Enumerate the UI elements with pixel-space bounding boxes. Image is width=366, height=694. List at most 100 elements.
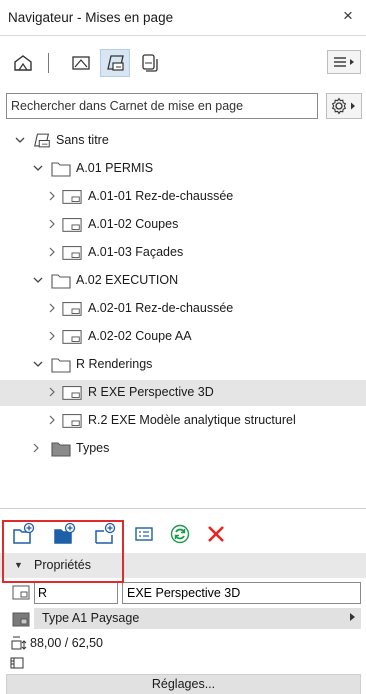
mode-separator (48, 53, 49, 73)
properties-button[interactable] (131, 521, 157, 547)
chevron-right-icon[interactable] (46, 246, 58, 258)
tree-folder-item[interactable]: R Renderings (0, 352, 366, 378)
chevron-right-icon[interactable] (46, 414, 58, 426)
update-icon (170, 524, 190, 544)
layout-id-input[interactable] (34, 582, 118, 604)
new-subset-button[interactable] (11, 521, 37, 547)
chevron-down-icon[interactable] (32, 358, 44, 370)
chevron-down-icon[interactable] (14, 134, 26, 146)
new-subset-icon (13, 522, 35, 544)
new-layout-button[interactable] (92, 521, 118, 547)
publisher-sets-icon (142, 54, 158, 72)
layout-sheet-icon (62, 414, 82, 428)
tree-item-label: R EXE Perspective 3D (88, 385, 214, 399)
search-options-button[interactable] (326, 93, 362, 119)
layout-sheet-icon (62, 218, 82, 232)
dropdown-arrow-icon (350, 613, 355, 621)
layout-sheet-icon (62, 386, 82, 400)
new-master-button[interactable] (52, 521, 78, 547)
publisher-sets-button[interactable] (134, 49, 164, 77)
tree-layout-item-selected[interactable]: R EXE Perspective 3D (0, 380, 366, 406)
tree-item-label: A.01 PERMIS (76, 161, 154, 175)
tree-layout-item[interactable]: R.2 EXE Modèle analytique structurel (0, 408, 366, 434)
layout-sheet-icon (62, 190, 82, 204)
chevron-down-icon[interactable] (32, 162, 44, 174)
layout-size-value: 88,00 / 62,50 (30, 636, 103, 650)
layout-sheet-icon (62, 302, 82, 316)
dimension-icon (11, 636, 27, 650)
tree-toolbar (0, 517, 366, 551)
chevron-right-icon[interactable] (46, 330, 58, 342)
layout-sheet-icon (62, 246, 82, 260)
chevron-right-icon[interactable] (46, 190, 58, 202)
tree-layout-item[interactable]: A.01-03 Façades (0, 240, 366, 266)
tree-item-label: A.02 EXECUTION (76, 273, 179, 287)
layout-id-row (0, 580, 366, 605)
chevron-right-icon[interactable] (46, 302, 58, 314)
layout-name-input[interactable] (122, 582, 361, 604)
tree-layout-item[interactable]: A.01-02 Coupes (0, 212, 366, 238)
master-type-value: Type A1 Paysage (42, 611, 140, 625)
chevron-right-icon[interactable] (46, 386, 58, 398)
properties-header-label: Propriétés (34, 558, 91, 572)
folder-icon (51, 162, 71, 177)
layout-book-icon (107, 55, 124, 71)
tree-layout-item[interactable]: A.02-01 Rez-de-chaussée (0, 296, 366, 322)
project-map-button[interactable] (8, 49, 38, 77)
hamburger-menu-icon (334, 57, 354, 67)
tree-folder-item[interactable]: A.02 EXECUTION (0, 268, 366, 294)
tree-item-label: R.2 EXE Modèle analytique structurel (88, 413, 296, 427)
gear-icon (331, 97, 355, 115)
divider (0, 508, 366, 509)
properties-panel-header[interactable]: ▼ Propriétés (0, 553, 366, 578)
settings-button[interactable]: Réglages... (6, 674, 361, 694)
drawing-info-icon (10, 657, 24, 669)
layout-tree: Sans titre A.01 PERMIS A.01-01 Rez-de-ch… (0, 126, 366, 508)
collapse-triangle-icon[interactable]: ▼ (14, 560, 23, 570)
tree-layout-item[interactable]: A.02-02 Coupe AA (0, 324, 366, 350)
folder-icon (51, 358, 71, 373)
update-button[interactable] (167, 521, 193, 547)
tree-item-label: A.01-01 Rez-de-chaussée (88, 189, 234, 203)
search-row (0, 93, 366, 121)
title-bar: Navigateur - Mises en page × (0, 0, 366, 36)
master-type-row: Type A1 Paysage (0, 608, 366, 630)
tree-root-item[interactable]: Sans titre (0, 128, 366, 154)
chevron-right-icon[interactable] (30, 442, 42, 454)
view-map-icon (72, 56, 90, 70)
tree-item-label: R Renderings (76, 357, 153, 371)
tree-item-label: A.02-01 Rez-de-chaussée (88, 301, 234, 315)
layout-sheet-icon (12, 585, 30, 600)
properties-icon (135, 527, 153, 541)
tree-master-folder-item[interactable]: Types (0, 436, 366, 462)
layout-size-row: 88,00 / 62,50 (0, 633, 366, 653)
tree-item-label: Types (76, 441, 110, 455)
new-master-icon (54, 522, 76, 544)
master-layout-icon (12, 612, 30, 627)
tree-layout-item[interactable]: A.01-01 Rez-de-chaussée (0, 184, 366, 210)
new-layout-icon (95, 522, 116, 544)
tree-item-label: A.01-03 Façades (88, 245, 184, 259)
view-map-button[interactable] (66, 49, 96, 77)
master-folder-icon (51, 442, 71, 457)
layout-info-icon-row (10, 656, 26, 673)
tree-folder-item[interactable]: A.01 PERMIS (0, 156, 366, 182)
layout-book-button[interactable] (100, 49, 130, 77)
delete-icon (208, 526, 224, 542)
master-type-dropdown[interactable]: Type A1 Paysage (34, 608, 361, 629)
tree-item-label: A.01-02 Coupes (88, 217, 179, 231)
chevron-right-icon[interactable] (46, 218, 58, 230)
window-title: Navigateur - Mises en page (8, 10, 174, 25)
folder-icon (51, 274, 71, 289)
tree-item-label: Sans titre (56, 133, 109, 147)
navigator-mode-bar (0, 47, 366, 81)
navigator-menu-button[interactable] (327, 50, 361, 74)
tree-item-label: A.02-02 Coupe AA (88, 329, 192, 343)
layout-book-icon (34, 133, 50, 148)
close-icon[interactable]: × (339, 7, 357, 25)
project-map-icon (14, 55, 32, 71)
layout-sheet-icon (62, 330, 82, 344)
chevron-down-icon[interactable] (32, 274, 44, 286)
delete-button[interactable] (203, 521, 229, 547)
search-input[interactable] (6, 93, 318, 119)
